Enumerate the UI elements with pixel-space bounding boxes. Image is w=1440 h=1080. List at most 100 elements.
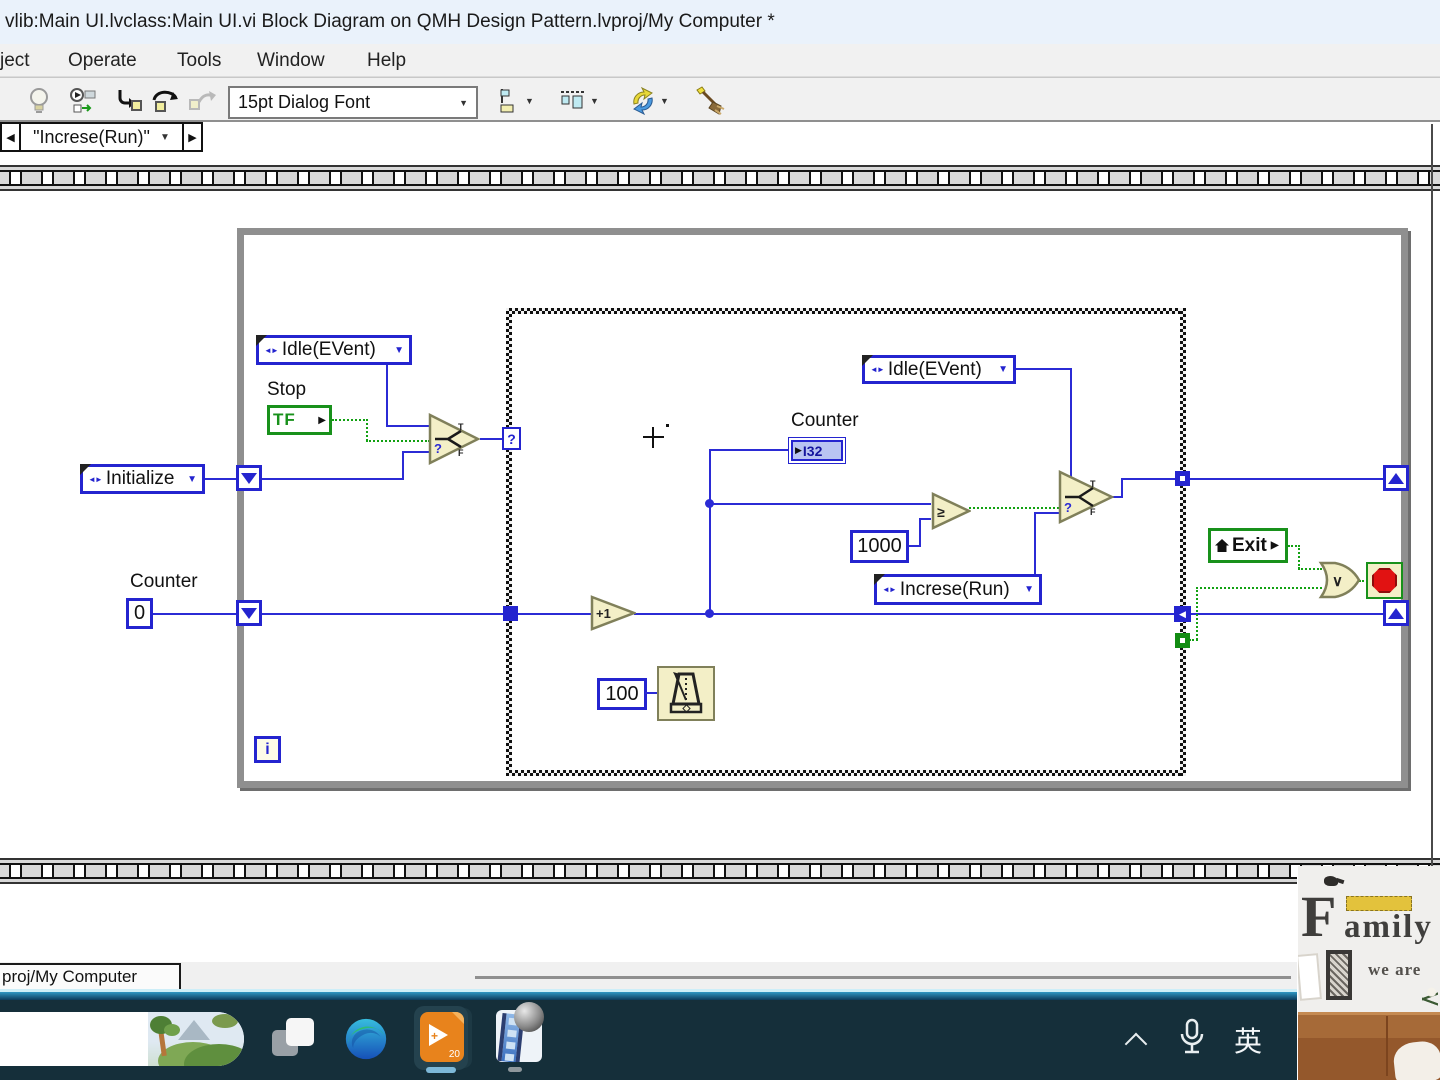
shift-register-right-state[interactable] bbox=[1383, 465, 1409, 491]
execution-target-tab[interactable]: proj/My Computer bbox=[0, 963, 181, 991]
plant-decor bbox=[1422, 982, 1438, 1016]
step-over-button[interactable] bbox=[151, 86, 181, 116]
shift-register-down-icon bbox=[241, 607, 257, 619]
stop-boolean-terminal[interactable]: TF ▶ bbox=[267, 405, 332, 435]
enum-constant-increse[interactable]: ◄► Increse(Run) ▼ bbox=[874, 574, 1042, 605]
potplayer-icon[interactable]: + 20 bbox=[420, 1012, 464, 1062]
wire bbox=[402, 451, 404, 480]
menu-operate[interactable]: Operate bbox=[68, 48, 137, 74]
horizontal-scrollbar[interactable] bbox=[475, 976, 1291, 979]
case-selector-value: "Increse(Run)" bbox=[33, 126, 150, 147]
task-view-icon[interactable] bbox=[286, 1018, 314, 1046]
wire bbox=[260, 613, 506, 615]
home-icon bbox=[1215, 539, 1229, 552]
select-node[interactable]: ? T F bbox=[1058, 470, 1114, 524]
menu-help[interactable]: Help bbox=[367, 48, 406, 74]
loop-condition-stop-terminal[interactable] bbox=[1366, 562, 1403, 599]
counter-init-constant[interactable]: 0 bbox=[126, 598, 153, 629]
reorder-icon bbox=[633, 86, 653, 116]
reorder-objects-button[interactable]: ▼ bbox=[628, 86, 669, 116]
edge-browser-icon[interactable] bbox=[344, 1017, 388, 1061]
enum-constant-initialize[interactable]: ◄► Initialize ▼ bbox=[80, 464, 205, 494]
ime-language-indicator[interactable]: 英 bbox=[1234, 1020, 1262, 1060]
increment-node[interactable]: +1 bbox=[590, 595, 636, 631]
menu-project[interactable]: ject bbox=[0, 48, 30, 74]
wait-ms-multiple-node[interactable] bbox=[657, 666, 715, 721]
tunnel-boolean-out[interactable] bbox=[1175, 633, 1190, 648]
pane-edge-line bbox=[1431, 124, 1433, 868]
case-next-arrow[interactable]: ▶ bbox=[184, 124, 201, 150]
enum-dropdown-icon[interactable]: ▼ bbox=[389, 345, 404, 356]
step-into-button[interactable] bbox=[117, 86, 143, 116]
shift-register-left-counter[interactable] bbox=[236, 600, 262, 626]
chevron-down-icon[interactable]: ▼ bbox=[590, 96, 599, 106]
menu-tools[interactable]: Tools bbox=[177, 48, 221, 74]
wire bbox=[919, 518, 921, 547]
tunnel-counter-in[interactable] bbox=[503, 606, 518, 621]
compare-constant-1000[interactable]: 1000 bbox=[850, 530, 909, 563]
iteration-glyph: i bbox=[265, 740, 270, 758]
or-node[interactable]: ∨ bbox=[1317, 560, 1362, 600]
enum-dropdown-icon[interactable]: ▼ bbox=[1019, 584, 1034, 595]
taskbar-search-box[interactable] bbox=[0, 1012, 244, 1066]
chevron-down-icon[interactable]: ▼ bbox=[525, 96, 534, 106]
counter-i32-indicator[interactable]: ▶ I32 bbox=[788, 437, 846, 464]
highlight-execution-button[interactable] bbox=[27, 86, 51, 116]
enum-constant-idle-case[interactable]: ◄► Idle(EVent) ▼ bbox=[862, 355, 1016, 384]
terminal-out-arrow-icon: ▶ bbox=[1270, 540, 1279, 551]
chevron-down-icon[interactable]: ▼ bbox=[660, 96, 669, 106]
greater-or-equal-node[interactable]: ≥ bbox=[931, 492, 971, 530]
we-are-text: we are bbox=[1368, 960, 1422, 979]
microphone-icon[interactable] bbox=[1178, 1018, 1206, 1060]
stop-label: Stop bbox=[267, 379, 307, 400]
window-title: vlib:Main UI.lvclass:Main UI.vi Block Di… bbox=[5, 11, 775, 32]
shift-register-right-counter[interactable] bbox=[1383, 600, 1409, 626]
counter-label: Counter bbox=[130, 571, 198, 592]
mountain-icon bbox=[178, 1020, 210, 1040]
tunnel-arrow-icon: ◀ bbox=[1179, 608, 1186, 619]
case-prev-arrow[interactable]: ◀ bbox=[2, 124, 19, 150]
wire bbox=[709, 449, 711, 615]
enum-dropdown-icon[interactable]: ▼ bbox=[993, 364, 1008, 375]
distribute-objects-button[interactable]: ▼ bbox=[558, 86, 599, 116]
constant-value: 100 bbox=[605, 682, 639, 705]
case-structure-border-bottom[interactable] bbox=[506, 770, 1186, 776]
overlay-photo: F amily we are bbox=[1297, 866, 1440, 1080]
wire bbox=[516, 613, 592, 615]
tunnel-state-out[interactable] bbox=[1175, 471, 1190, 486]
enum-constant-idle-left[interactable]: ◄► Idle(EVent) ▼ bbox=[256, 335, 412, 365]
taskbar-chevron-up-icon[interactable] bbox=[1124, 1032, 1148, 1056]
tunnel-counter-out[interactable]: ◀ bbox=[1174, 606, 1191, 622]
case-selector-tunnel[interactable]: ? bbox=[502, 427, 521, 450]
exit-message-constant[interactable]: Exit ▶ bbox=[1208, 528, 1288, 563]
enum-type-icon: ◄► bbox=[88, 474, 103, 484]
or-glyph: ∨ bbox=[1332, 573, 1343, 590]
align-objects-button[interactable]: ▼ bbox=[497, 86, 534, 116]
crosshair-cursor bbox=[652, 427, 654, 448]
menu-window[interactable]: Window bbox=[257, 48, 325, 74]
wire bbox=[634, 613, 1176, 615]
crosshair-cursor bbox=[666, 424, 669, 427]
wire bbox=[1034, 512, 1060, 514]
exit-label: Exit bbox=[1232, 534, 1267, 556]
chevron-down-icon[interactable]: ▼ bbox=[160, 132, 170, 143]
enum-type-icon: ◄► bbox=[870, 365, 885, 374]
cleanup-diagram-button[interactable] bbox=[693, 86, 725, 116]
font-selector[interactable]: 15pt Dialog Font ▼ bbox=[228, 86, 478, 119]
case-structure-border-left[interactable] bbox=[506, 308, 512, 776]
select-t-glyph: T bbox=[458, 422, 464, 432]
case-structure-border-top[interactable] bbox=[506, 308, 1186, 314]
retain-wire-values-button[interactable] bbox=[68, 86, 98, 116]
shift-register-left-state[interactable] bbox=[236, 465, 262, 491]
boolean-wire bbox=[1298, 545, 1300, 569]
search-highlight-image[interactable] bbox=[148, 1012, 244, 1066]
wire bbox=[919, 518, 931, 520]
loop-iteration-terminal[interactable]: i bbox=[254, 736, 281, 763]
select-node[interactable]: ? T F bbox=[428, 413, 480, 465]
case-selector-label[interactable]: ◀ "Increse(Run)" ▼ ▶ bbox=[0, 122, 203, 152]
step-out-button[interactable] bbox=[187, 86, 217, 116]
wait-ms-constant[interactable]: 100 bbox=[597, 678, 647, 710]
case-structure-border-right[interactable] bbox=[1180, 308, 1186, 776]
enum-dropdown-icon[interactable]: ▼ bbox=[182, 474, 197, 485]
chevron-down-icon[interactable]: ▼ bbox=[459, 98, 468, 108]
